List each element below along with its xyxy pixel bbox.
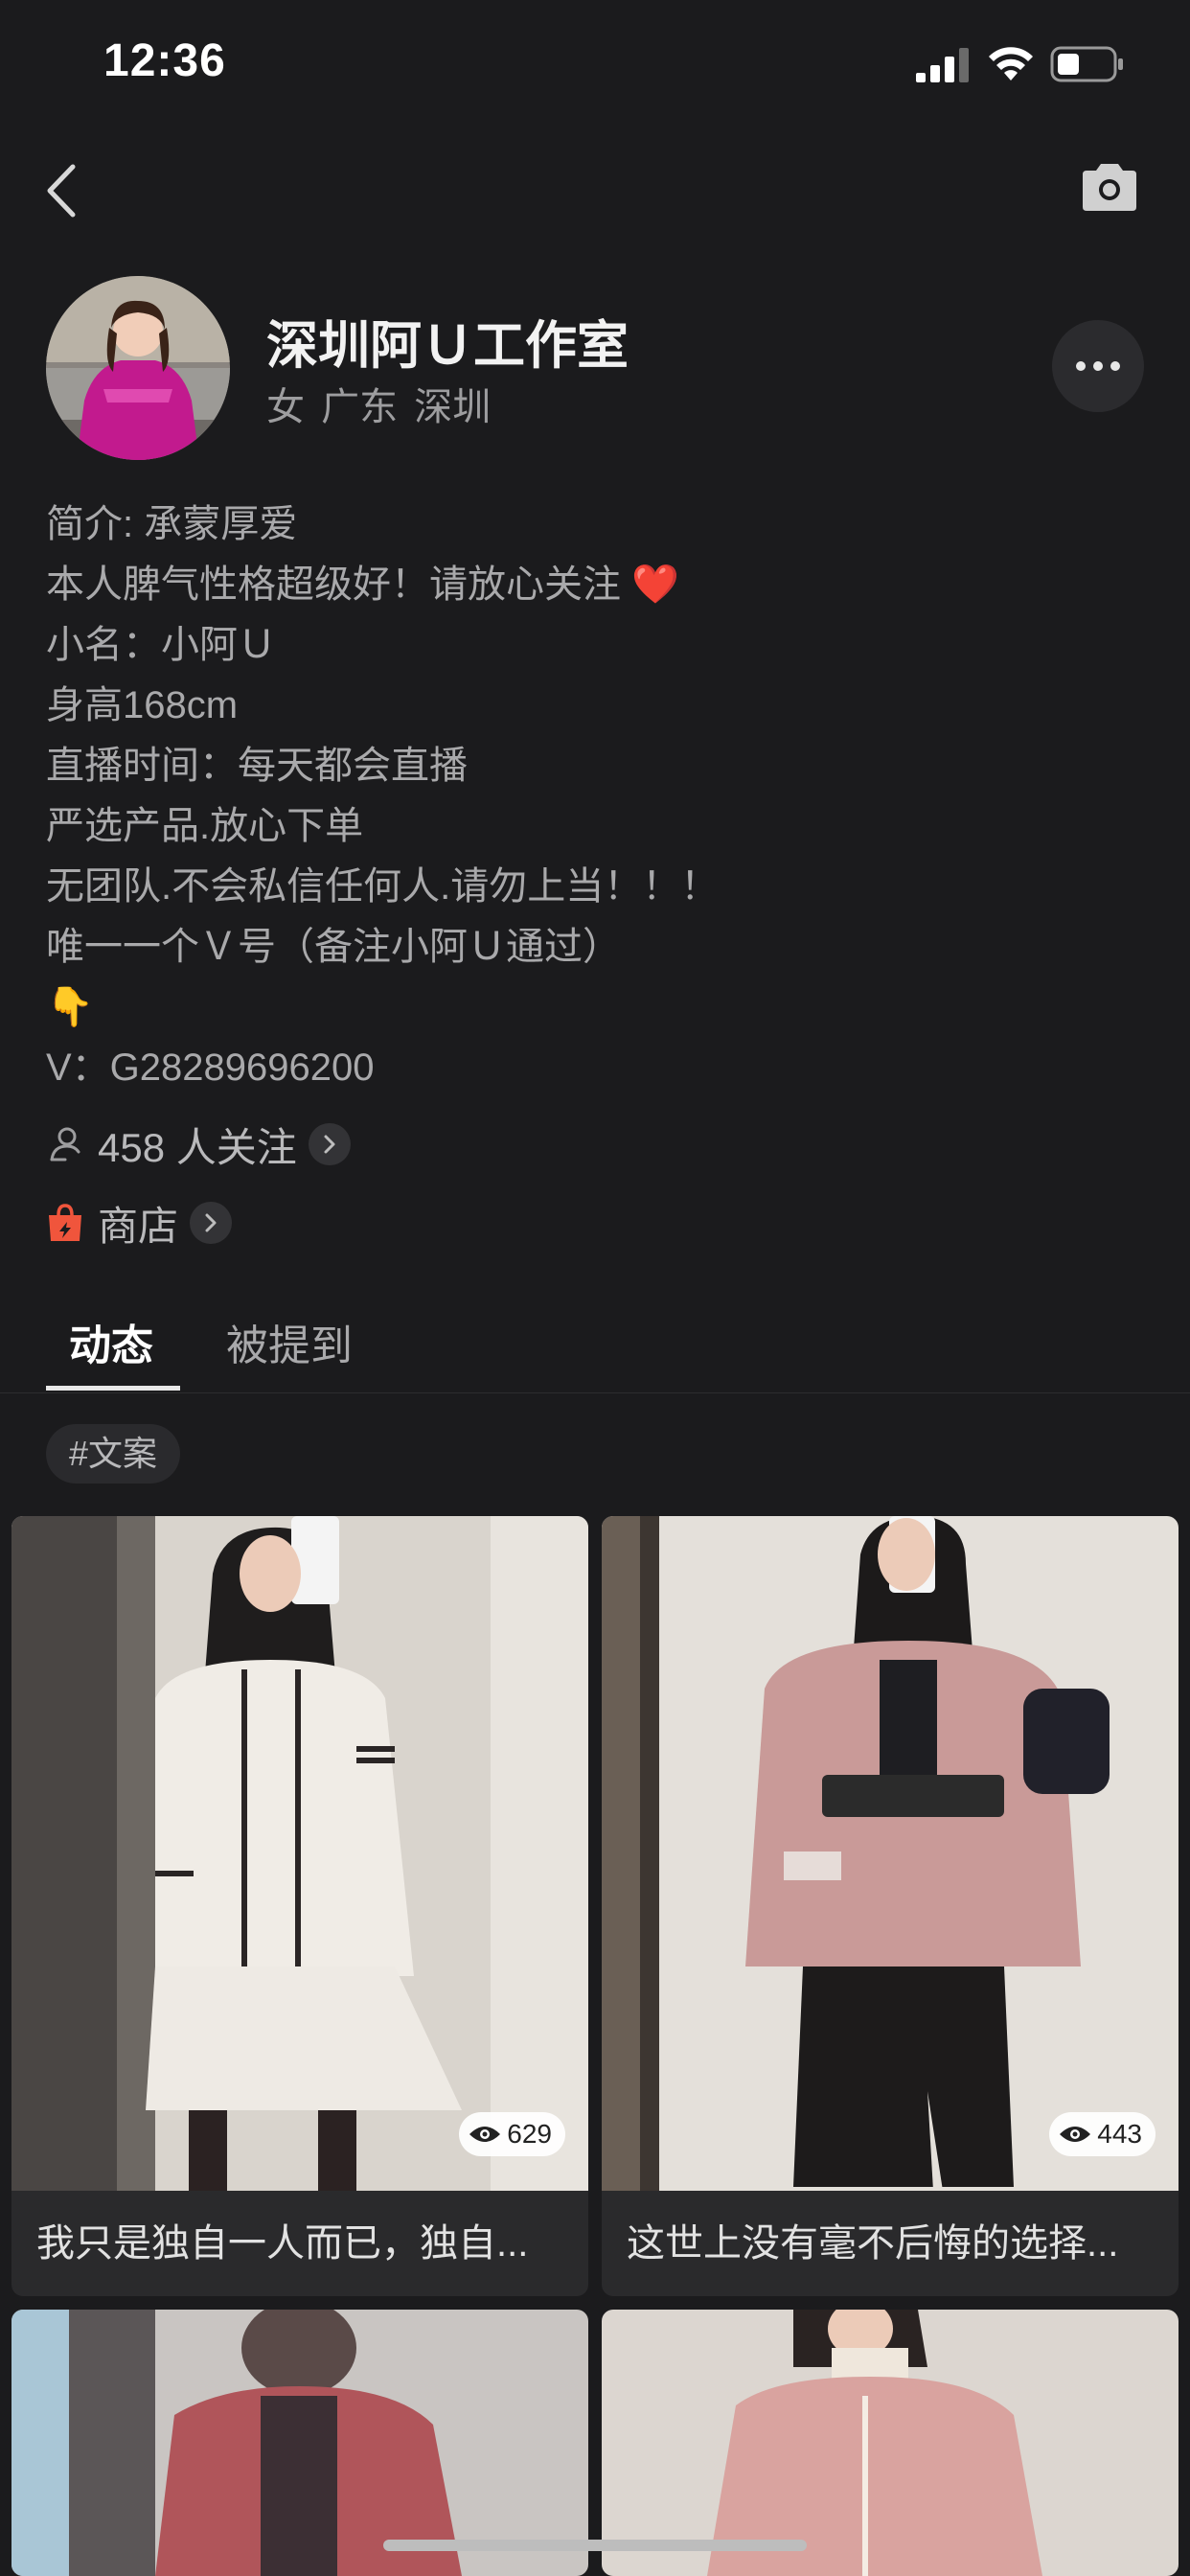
- back-icon[interactable]: [42, 161, 80, 220]
- chevron-right-icon: [190, 1202, 233, 1244]
- bio-line: V：G28289696200: [46, 1046, 375, 1089]
- post-image: 443: [602, 1516, 1179, 2191]
- hashtag-chip[interactable]: #文案: [46, 1424, 181, 1484]
- battery-icon: [1050, 46, 1123, 82]
- home-indicator: [383, 2540, 807, 2551]
- post-caption: 这世上没有毫不后悔的选择...: [627, 2222, 1119, 2265]
- bio-line: 小名：小阿Ｕ: [46, 624, 276, 666]
- post-caption: 我只是独自一人而已，独自...: [36, 2222, 529, 2265]
- content-tabs: 动态 被提到: [0, 1307, 1190, 1393]
- bio-line: 简介: 承蒙厚爱: [46, 503, 298, 545]
- more-button[interactable]: [1052, 320, 1144, 412]
- wifi-icon: [989, 47, 1033, 80]
- bio-line: 直播时间：每天都会直播: [46, 745, 468, 787]
- post-card[interactable]: 629 我只是独自一人而已，独自...: [11, 1516, 588, 2296]
- more-dots-icon: [1076, 361, 1086, 371]
- followers-link[interactable]: 458 人关注: [46, 1116, 351, 1173]
- tab-posts[interactable]: 动态: [69, 1311, 153, 1372]
- shop-link[interactable]: 商店: [46, 1194, 233, 1252]
- profile-location: 女 广东 深圳: [266, 386, 492, 428]
- bio-line: 严选产品.放心下单: [46, 805, 364, 847]
- status-bar: 12:36: [0, 0, 1190, 126]
- eye-icon: [1060, 2127, 1091, 2142]
- post-image: [11, 2310, 588, 2576]
- eye-icon: [469, 2127, 501, 2142]
- profile-name: 深圳阿Ｕ工作室: [266, 317, 629, 375]
- camera-icon[interactable]: [1079, 161, 1140, 213]
- view-count-badge: 629: [459, 2112, 565, 2156]
- followers-count: 458 人关注: [98, 1124, 297, 1170]
- pointing-down-emoji: 👇: [46, 986, 94, 1028]
- shopping-bag-icon: [49, 1204, 81, 1241]
- bio-line: 唯一一个Ｖ号（备注小阿Ｕ通过）: [46, 926, 621, 968]
- post-image: [602, 2310, 1179, 2576]
- view-count: 443: [1097, 2119, 1142, 2149]
- bio-line: 身高168cm: [46, 684, 239, 726]
- post-card[interactable]: [602, 2310, 1179, 2576]
- bio-line: 本人脾气性格超级好！请放心关注 ❤️: [46, 555, 1148, 615]
- post-card[interactable]: 443 这世上没有毫不后悔的选择...: [602, 1516, 1179, 2296]
- chevron-right-icon: [308, 1123, 351, 1165]
- profile-bio: 简介: 承蒙厚爱 本人脾气性格超级好！请放心关注 ❤️ 小名：小阿Ｕ 身高168…: [46, 494, 1148, 1098]
- shop-label: 商店: [98, 1203, 179, 1249]
- user-icon: [50, 1127, 80, 1162]
- status-time: 12:36: [103, 35, 226, 86]
- post-image: 629: [11, 1516, 588, 2191]
- bio-line: 无团队.不会私信任何人.请勿上当！！！: [46, 865, 720, 908]
- bio-line-text: 本人脾气性格超级好！请放心关注: [46, 564, 621, 606]
- tab-active-indicator: [46, 1386, 180, 1391]
- view-count: 629: [507, 2119, 552, 2149]
- tab-mentions[interactable]: 被提到: [226, 1311, 353, 1372]
- signal-icon: [916, 48, 969, 82]
- avatar[interactable]: [46, 276, 230, 460]
- view-count-badge: 443: [1049, 2112, 1156, 2156]
- heart-icon: ❤️: [631, 564, 679, 606]
- post-card[interactable]: [11, 2310, 588, 2576]
